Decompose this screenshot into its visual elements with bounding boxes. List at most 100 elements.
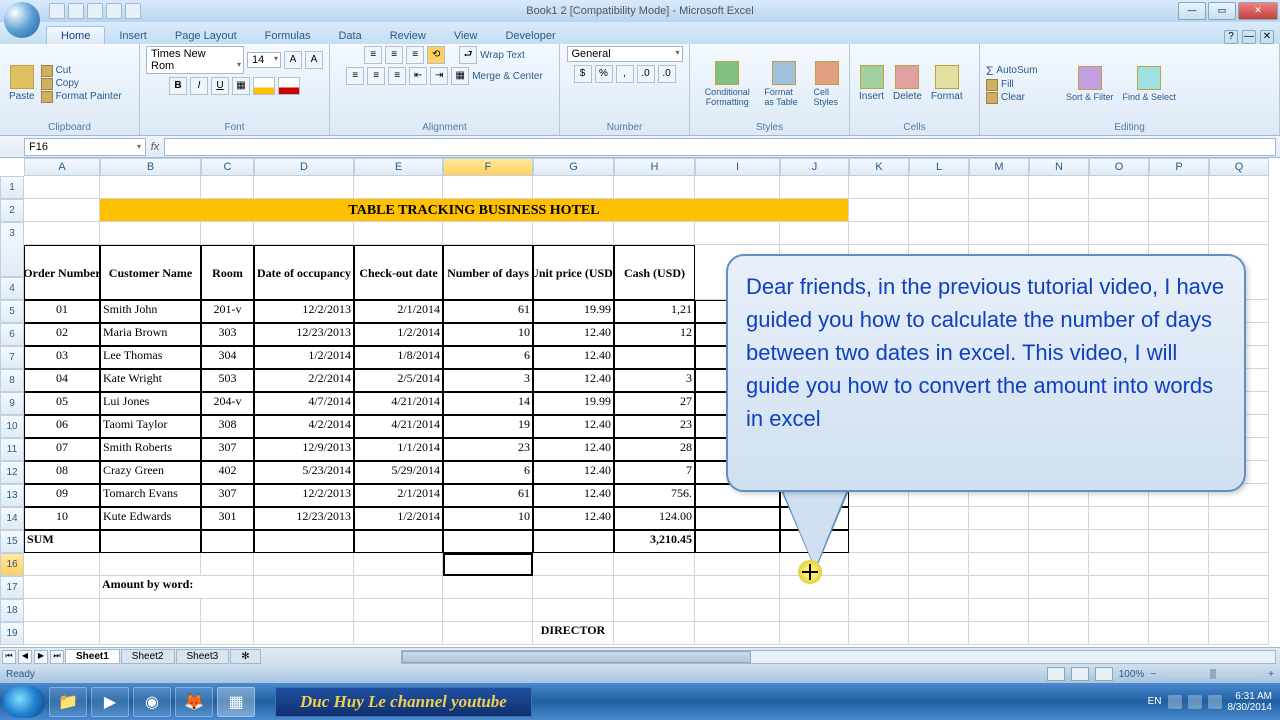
row-header-15[interactable]: 15	[0, 530, 24, 553]
row-header-11[interactable]: 11	[0, 438, 24, 461]
tray-time[interactable]: 6:31 AM	[1228, 691, 1273, 702]
table-cell[interactable]: 14	[443, 392, 533, 415]
table-cell[interactable]: 09	[24, 484, 100, 507]
percent-button[interactable]: %	[595, 65, 613, 83]
table-cell[interactable]: Taomi Taylor	[100, 415, 201, 438]
table-cell[interactable]: 304	[201, 346, 254, 369]
row-header-13[interactable]: 13	[0, 484, 24, 507]
row-header-14[interactable]: 14	[0, 507, 24, 530]
col-header-D[interactable]: D	[254, 158, 354, 176]
table-cell[interactable]: Crazy Green	[100, 461, 201, 484]
align-right-button[interactable]: ≡	[388, 67, 406, 85]
tray-volume-icon[interactable]	[1208, 695, 1222, 709]
minimize-ribbon-icon[interactable]: —	[1242, 30, 1256, 44]
table-cell[interactable]: 12/23/2013	[254, 507, 354, 530]
table-cell[interactable]: 28	[614, 438, 695, 461]
office-button[interactable]	[4, 2, 40, 38]
table-cell[interactable]: 12	[614, 323, 695, 346]
row-header-3[interactable]: 3	[0, 222, 24, 277]
cell-styles-button[interactable]: Cell Styles	[811, 61, 843, 107]
table-cell[interactable]: 1/2/2014	[354, 507, 443, 530]
page-layout-view-button[interactable]	[1071, 667, 1089, 681]
table-cell[interactable]: 756.	[614, 484, 695, 507]
row-header-19[interactable]: 19	[0, 622, 24, 645]
tray-lang[interactable]: EN	[1148, 696, 1162, 707]
table-cell[interactable]: 07	[24, 438, 100, 461]
table-cell[interactable]: Kute Edwards	[100, 507, 201, 530]
table-cell[interactable]: 1/8/2014	[354, 346, 443, 369]
formula-input[interactable]	[164, 138, 1276, 156]
fill-color-button[interactable]	[253, 77, 275, 95]
table-cell[interactable]: 12/2/2013	[254, 484, 354, 507]
row-header-6[interactable]: 6	[0, 323, 24, 346]
new-sheet-button[interactable]: ✻	[230, 649, 260, 664]
align-bottom-button[interactable]: ≡	[406, 46, 424, 64]
comma-button[interactable]: ,	[616, 65, 634, 83]
table-cell[interactable]: Lee Thomas	[100, 346, 201, 369]
table-cell[interactable]: 2/1/2014	[354, 484, 443, 507]
table-cell[interactable]: 307	[201, 438, 254, 461]
align-middle-button[interactable]: ≡	[385, 46, 403, 64]
horizontal-scrollbar[interactable]	[401, 650, 1276, 664]
col-header-O[interactable]: O	[1089, 158, 1149, 176]
table-cell[interactable]: 12.40	[533, 346, 614, 369]
fill-button[interactable]: Fill	[986, 79, 1060, 91]
font-size-select[interactable]: 14	[247, 52, 281, 68]
taskbar-chrome-icon[interactable]: ◉	[133, 687, 171, 717]
tray-network-icon[interactable]	[1188, 695, 1202, 709]
sort-filter-button[interactable]: Sort & Filter	[1063, 66, 1117, 102]
normal-view-button[interactable]	[1047, 667, 1065, 681]
table-cell[interactable]: 04	[24, 369, 100, 392]
table-cell[interactable]: 10	[443, 323, 533, 346]
col-header-P[interactable]: P	[1149, 158, 1209, 176]
qat-open-icon[interactable]	[125, 3, 141, 19]
table-cell[interactable]: 4/2/2014	[254, 415, 354, 438]
table-cell[interactable]: 6	[443, 346, 533, 369]
format-cells-button[interactable]: Format	[928, 65, 966, 102]
table-cell[interactable]: 19	[443, 415, 533, 438]
shrink-font-button[interactable]: A	[305, 51, 323, 69]
cut-button[interactable]: Cut	[41, 65, 122, 77]
tab-review[interactable]: Review	[376, 27, 440, 44]
col-header-G[interactable]: G	[533, 158, 614, 176]
table-cell[interactable]: 05	[24, 392, 100, 415]
italic-button[interactable]: I	[190, 77, 208, 95]
zoom-slider[interactable]	[1162, 672, 1262, 676]
close-button[interactable]: ✕	[1238, 2, 1278, 20]
insert-cells-button[interactable]: Insert	[856, 65, 887, 102]
table-cell[interactable]: 3	[443, 369, 533, 392]
taskbar-media-icon[interactable]: ▶	[91, 687, 129, 717]
table-cell[interactable]: 12.40	[533, 484, 614, 507]
table-cell[interactable]: 2/1/2014	[354, 300, 443, 323]
table-cell[interactable]: 301	[201, 507, 254, 530]
table-cell[interactable]: 4/21/2014	[354, 415, 443, 438]
decrease-decimal-button[interactable]: .0	[658, 65, 676, 83]
tab-page-layout[interactable]: Page Layout	[161, 27, 251, 44]
table-cell[interactable]: 06	[24, 415, 100, 438]
table-cell[interactable]: 124.00	[614, 507, 695, 530]
tab-view[interactable]: View	[440, 27, 492, 44]
zoom-in-button[interactable]: +	[1268, 669, 1274, 680]
col-header-A[interactable]: A	[24, 158, 100, 176]
col-header-L[interactable]: L	[909, 158, 969, 176]
table-cell[interactable]: 23	[443, 438, 533, 461]
col-header-M[interactable]: M	[969, 158, 1029, 176]
autosum-button[interactable]: ΣAutoSum	[986, 64, 1060, 78]
qat-undo-icon[interactable]	[68, 3, 84, 19]
table-cell[interactable]: 01	[24, 300, 100, 323]
table-cell[interactable]: 201-v	[201, 300, 254, 323]
table-cell[interactable]	[614, 346, 695, 369]
grow-font-button[interactable]: A	[284, 51, 302, 69]
table-cell[interactable]: Kate Wright	[100, 369, 201, 392]
find-select-button[interactable]: Find & Select	[1120, 66, 1180, 102]
col-header-H[interactable]: H	[614, 158, 695, 176]
tab-nav-last[interactable]: ⏭	[50, 650, 64, 664]
table-cell[interactable]: 19.99	[533, 392, 614, 415]
table-cell[interactable]: 1/2/2014	[354, 323, 443, 346]
col-header-N[interactable]: N	[1029, 158, 1089, 176]
taskbar-firefox-icon[interactable]: 🦊	[175, 687, 213, 717]
col-header-Q[interactable]: Q	[1209, 158, 1269, 176]
tab-nav-first[interactable]: ⏮	[2, 650, 16, 664]
row-header-8[interactable]: 8	[0, 369, 24, 392]
decrease-indent-button[interactable]: ⇤	[409, 67, 427, 85]
